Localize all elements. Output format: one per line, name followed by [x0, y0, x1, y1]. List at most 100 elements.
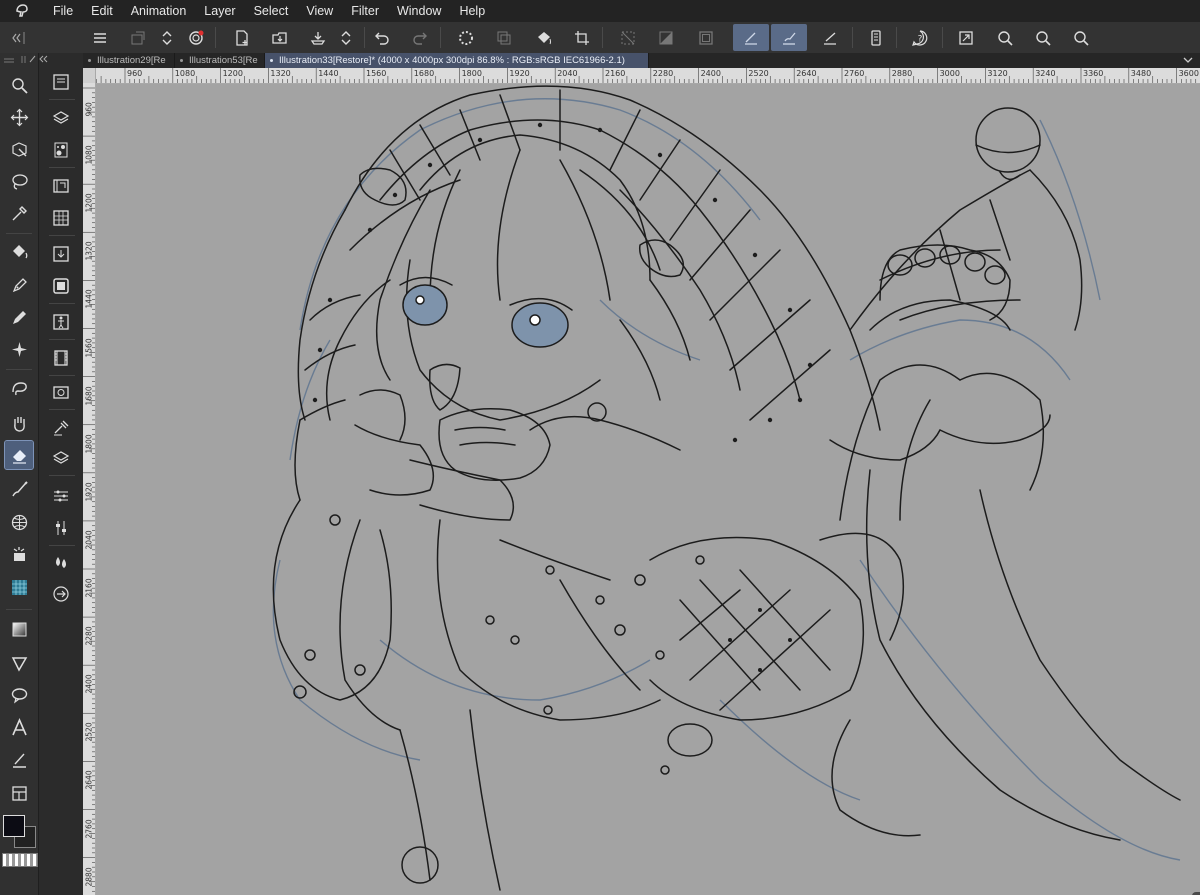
foreground-color[interactable]	[3, 815, 25, 837]
sparkle-icon[interactable]	[5, 335, 33, 363]
ruler-top-label: 1200	[222, 69, 243, 78]
redo-icon[interactable]	[406, 24, 434, 51]
chevron-down-icon[interactable]	[1182, 54, 1194, 66]
transform-icon[interactable]	[5, 135, 33, 163]
ruler-pen-icon[interactable]	[816, 24, 844, 51]
loading-icon[interactable]	[452, 24, 480, 51]
crop-icon[interactable]	[568, 24, 596, 51]
grid-tool-icon[interactable]	[5, 508, 33, 536]
ruler-top-label: 1800	[461, 69, 482, 78]
tool-property-icon[interactable]	[47, 69, 75, 95]
device-icon[interactable]	[862, 24, 890, 51]
menu-window[interactable]: Window	[388, 0, 450, 22]
spiral-icon[interactable]	[182, 24, 210, 51]
zoom-out-icon[interactable]	[1029, 24, 1057, 51]
ruler-left-label: 1920	[84, 482, 94, 502]
eyedropper-icon[interactable]	[5, 199, 33, 227]
new-layer-icon[interactable]	[124, 24, 152, 51]
menu-select[interactable]: Select	[245, 0, 298, 22]
drawing-canvas[interactable]	[96, 84, 1200, 895]
frame-icon[interactable]	[47, 273, 75, 299]
download-icon[interactable]	[47, 241, 75, 267]
balloon-icon[interactable]	[5, 681, 33, 709]
transparent-color[interactable]	[2, 853, 38, 867]
stabilizer-icon[interactable]	[733, 24, 769, 51]
ruler-left-label: 2640	[84, 770, 94, 790]
help-icon[interactable]: ?	[906, 24, 934, 51]
open-icon[interactable]	[266, 24, 294, 51]
layers-icon[interactable]	[47, 445, 75, 471]
menu-edit[interactable]: Edit	[82, 0, 122, 22]
pencil-icon[interactable]	[5, 303, 33, 331]
menu-filter[interactable]: Filter	[342, 0, 388, 22]
selection-icon[interactable]	[692, 24, 720, 51]
brush-tool-icon[interactable]	[5, 475, 33, 503]
stepper-icon[interactable]	[153, 24, 181, 51]
ruler-top-label: 2640	[796, 69, 817, 78]
brush-size-icon[interactable]	[47, 137, 75, 163]
app-logo-icon[interactable]	[0, 3, 44, 19]
blend-icon[interactable]	[5, 375, 33, 403]
tab-illustration53[interactable]: Illustration53[Re	[175, 53, 265, 68]
move-icon[interactable]	[5, 103, 33, 131]
text-icon[interactable]	[5, 713, 33, 741]
eraser-icon[interactable]	[4, 440, 34, 470]
menu-animation[interactable]: Animation	[122, 0, 196, 22]
figure-icon[interactable]	[5, 649, 33, 677]
layer-merge-icon[interactable]	[490, 24, 518, 51]
tab-illustration33[interactable]: Illustration33[Restore]* (4000 x 4000px …	[265, 53, 649, 68]
fill-bucket-icon[interactable]	[5, 237, 33, 265]
sliders-icon[interactable]	[47, 515, 75, 541]
figure-3d-icon[interactable]	[47, 309, 75, 335]
navigator-icon[interactable]	[47, 173, 75, 199]
dock-collapse-icon[interactable]	[0, 24, 40, 51]
document-tabs: Illustration29[Re Illustration53[Re Illu…	[83, 53, 1200, 68]
adjust-icon[interactable]	[47, 483, 75, 509]
menu-file[interactable]: File	[44, 0, 82, 22]
fill-icon[interactable]	[530, 24, 558, 51]
ruler-top-label: 3240	[1035, 69, 1056, 78]
ruler-left-label: 960	[84, 102, 94, 117]
filmstrip-icon[interactable]	[47, 345, 75, 371]
fit-icon[interactable]	[952, 24, 980, 51]
hand-icon[interactable]	[5, 409, 33, 437]
tab-label: Illustration33[Restore]* (4000 x 4000px …	[279, 55, 625, 66]
camera-icon[interactable]	[47, 379, 75, 405]
panel-icon[interactable]	[5, 779, 33, 807]
magnifier-icon[interactable]	[5, 71, 33, 99]
menu-icon[interactable]	[86, 24, 114, 51]
deselect-icon[interactable]	[614, 24, 642, 51]
menu-view[interactable]: View	[297, 0, 342, 22]
brush-icon[interactable]	[771, 24, 807, 51]
pen-icon[interactable]	[5, 271, 33, 299]
ruler-left-label: 1080	[84, 145, 94, 165]
zoom-icon[interactable]	[1067, 24, 1095, 51]
undo-icon[interactable]	[368, 24, 396, 51]
layer-property-icon[interactable]	[47, 415, 75, 441]
tool-palette-header	[0, 53, 38, 65]
new-file-icon[interactable]	[228, 24, 256, 51]
lasso-icon[interactable]	[5, 167, 33, 195]
ruler-top-label: 1680	[413, 69, 435, 78]
color-chips[interactable]	[1, 813, 37, 848]
ruler-top-label: 960	[127, 69, 143, 78]
tab-illustration29[interactable]: Illustration29[Re	[83, 53, 175, 68]
material-icon[interactable]	[47, 205, 75, 231]
ruler-top-label: 2760	[844, 69, 865, 78]
teal-grid-icon[interactable]	[5, 573, 33, 601]
gradient-icon[interactable]	[5, 615, 33, 643]
share-icon[interactable]	[47, 581, 75, 607]
zoom-in-icon[interactable]	[991, 24, 1019, 51]
menu-layer[interactable]: Layer	[195, 0, 244, 22]
invert-icon[interactable]	[652, 24, 680, 51]
ruler-left-label: 2880	[84, 867, 94, 887]
sub-tool-icon[interactable]	[47, 103, 75, 129]
ruler-top-label: 3000	[939, 69, 960, 78]
menu-help[interactable]: Help	[450, 0, 494, 22]
dot-tool-icon[interactable]	[5, 540, 33, 568]
lineart-drawing	[272, 85, 1181, 891]
save-icon[interactable]	[304, 24, 332, 51]
stepper2-icon[interactable]	[332, 24, 360, 51]
drops-icon[interactable]	[47, 549, 75, 575]
ruler-line-icon[interactable]	[5, 746, 33, 774]
